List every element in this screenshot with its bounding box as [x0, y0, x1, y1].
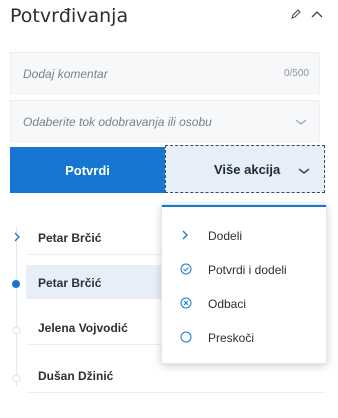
- more-actions-menu: Dodeli Potvrdi i dodeli Odbaci Preskoči: [161, 204, 327, 364]
- more-actions-label: Više akcija: [214, 162, 281, 177]
- approver-name: Petar Brčić: [38, 231, 102, 245]
- chevron-down-icon: [298, 163, 310, 178]
- chevron-up-icon[interactable]: [310, 9, 324, 19]
- approver-name: Dušan Džinić: [38, 369, 114, 383]
- menu-item-confirm-assign[interactable]: Potvrdi i dodeli: [162, 253, 326, 285]
- comment-field[interactable]: Dodaj komentar 0/500: [10, 52, 320, 94]
- x-circle-icon: [180, 297, 192, 312]
- menu-item-reject[interactable]: Odbaci: [162, 287, 326, 319]
- comment-placeholder: Dodaj komentar: [23, 67, 108, 81]
- confirm-button[interactable]: Potvrdi: [10, 147, 165, 193]
- pending-step-dot: [12, 322, 21, 340]
- chevron-right-icon: [180, 229, 190, 244]
- circle-icon: [180, 331, 192, 346]
- approvals-header: Potvrđivanja: [10, 0, 328, 38]
- approver-name: Petar Brčić: [38, 276, 102, 290]
- pending-step-dot: [12, 370, 21, 388]
- chevron-down-icon: [295, 115, 307, 129]
- timeline-line: [16, 226, 17, 386]
- menu-item-label: Dodeli: [208, 229, 243, 243]
- page-title: Potvrđivanja: [10, 5, 129, 27]
- more-actions-button[interactable]: Više akcija: [165, 145, 325, 193]
- menu-item-label: Odbaci: [208, 297, 247, 311]
- pencil-icon[interactable]: [290, 8, 302, 20]
- menu-item-label: Preskoči: [208, 331, 255, 345]
- char-counter: 0/500: [283, 68, 309, 79]
- check-circle-icon: [180, 263, 192, 278]
- approval-flow-select[interactable]: Odaberite tok odobravanja ili osobu: [10, 100, 320, 142]
- menu-item-skip[interactable]: Preskoči: [162, 321, 326, 353]
- menu-item-assign[interactable]: Dodeli: [162, 219, 326, 251]
- approver-name: Jelena Vojvodić: [38, 321, 128, 335]
- approval-flow-placeholder: Odaberite tok odobravanja ili osobu: [23, 115, 212, 129]
- menu-item-label: Potvrdi i dodeli: [208, 263, 287, 277]
- chevron-right-icon: [13, 229, 21, 247]
- menu-accent-line: [162, 205, 326, 207]
- current-step-dot: [11, 276, 21, 294]
